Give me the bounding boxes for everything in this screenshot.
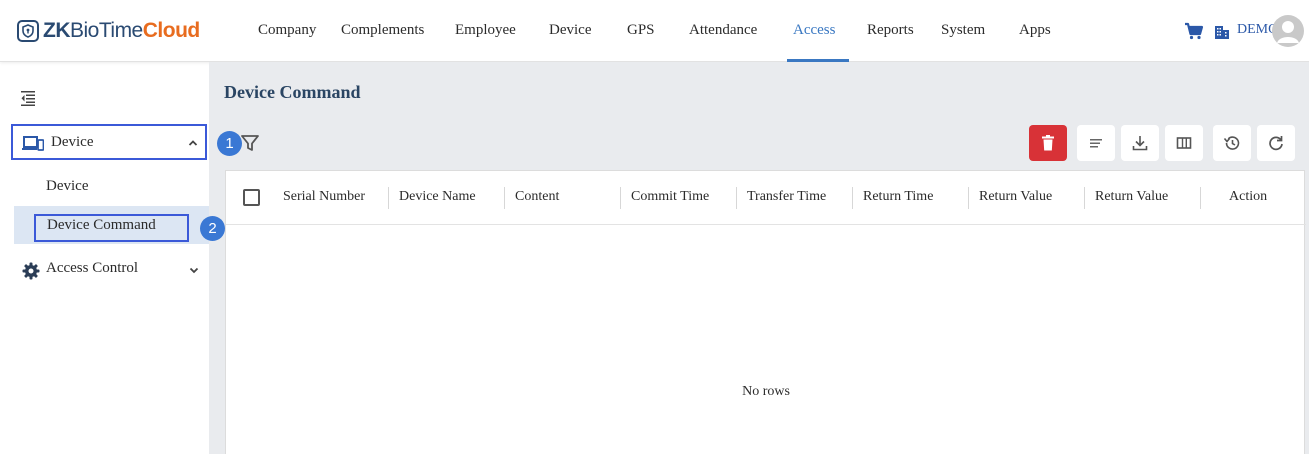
sidebar-group-device-label: Device xyxy=(51,134,94,150)
nav-device[interactable]: Device xyxy=(549,0,591,62)
column-separator[interactable] xyxy=(504,187,505,209)
download-icon xyxy=(1132,136,1148,151)
sidebar: Device Device Device Command Access Cont… xyxy=(8,70,209,454)
step-badge-1: 1 xyxy=(217,131,242,156)
nav-gps[interactable]: GPS xyxy=(627,0,655,62)
column-return-value-2[interactable]: Return Value xyxy=(1095,189,1168,205)
nav-reports[interactable]: Reports xyxy=(867,0,914,62)
sidebar-item-device[interactable]: Device xyxy=(46,178,88,195)
column-transfer-time[interactable]: Transfer Time xyxy=(747,189,826,205)
columns-icon xyxy=(1176,137,1192,149)
column-separator[interactable] xyxy=(736,187,737,209)
column-action[interactable]: Action xyxy=(1229,189,1267,205)
column-device-name[interactable]: Device Name xyxy=(399,189,476,205)
page-title: Device Command xyxy=(224,82,361,102)
device-icon xyxy=(22,136,44,151)
table-header: Serial Number Device Name Content Commit… xyxy=(226,171,1306,225)
main-content: Device Command Serial Number Device Name… xyxy=(209,62,1309,454)
history-button[interactable] xyxy=(1213,125,1251,161)
column-return-time[interactable]: Return Time xyxy=(863,189,933,205)
top-bar: ZK BioTime Cloud Company Complements Emplo… xyxy=(0,0,1309,62)
step-badge-2: 2 xyxy=(200,216,225,241)
column-separator[interactable] xyxy=(1200,187,1201,209)
building-icon xyxy=(1215,26,1229,39)
refresh-button[interactable] xyxy=(1257,125,1295,161)
gear-icon xyxy=(22,262,40,280)
menu-collapse-icon[interactable] xyxy=(20,90,36,106)
sidebar-item-device-command-label[interactable]: Device Command xyxy=(47,217,156,234)
column-separator[interactable] xyxy=(852,187,853,209)
nav-company[interactable]: Company xyxy=(258,0,316,62)
nav-system[interactable]: System xyxy=(941,0,985,62)
list-icon xyxy=(1090,139,1102,148)
nav-apps[interactable]: Apps xyxy=(1019,0,1051,62)
nav-access[interactable]: Access xyxy=(793,0,835,62)
app-logo[interactable]: ZK BioTime Cloud xyxy=(16,16,200,46)
column-separator[interactable] xyxy=(388,187,389,209)
select-all-checkbox[interactable] xyxy=(243,189,260,206)
delete-icon xyxy=(1042,135,1054,151)
cart-icon[interactable] xyxy=(1184,22,1204,40)
column-separator[interactable] xyxy=(968,187,969,209)
history-icon xyxy=(1223,136,1240,150)
delete-button[interactable] xyxy=(1029,125,1067,161)
column-commit-time[interactable]: Commit Time xyxy=(631,189,709,205)
nav-employee[interactable]: Employee xyxy=(455,0,516,62)
logo-text-zk: ZK xyxy=(43,19,71,42)
logo-text-biotime: BioTime xyxy=(70,19,143,42)
column-content[interactable]: Content xyxy=(515,189,559,205)
refresh-icon xyxy=(1269,136,1283,151)
shield-logo-icon xyxy=(17,20,39,42)
sidebar-group-access-control[interactable]: Access Control xyxy=(46,260,138,277)
column-return-value[interactable]: Return Value xyxy=(979,189,1052,205)
filter-icon[interactable] xyxy=(241,135,259,152)
device-command-table: Serial Number Device Name Content Commit… xyxy=(225,170,1306,454)
nav-complements[interactable]: Complements xyxy=(341,0,424,62)
chevron-down-icon[interactable] xyxy=(188,264,200,276)
chevron-up-icon xyxy=(188,140,198,146)
columns-button[interactable] xyxy=(1165,125,1203,161)
nav-attendance[interactable]: Attendance xyxy=(689,0,757,62)
download-button[interactable] xyxy=(1121,125,1159,161)
column-separator[interactable] xyxy=(620,187,621,209)
sidebar-group-device[interactable]: Device xyxy=(11,124,207,160)
column-serial-number[interactable]: Serial Number xyxy=(283,189,365,205)
avatar-icon[interactable] xyxy=(1272,15,1304,47)
empty-table-message: No rows xyxy=(742,384,790,399)
logo-text-cloud: Cloud xyxy=(142,19,200,42)
column-separator[interactable] xyxy=(1084,187,1085,209)
list-button[interactable] xyxy=(1077,125,1115,161)
